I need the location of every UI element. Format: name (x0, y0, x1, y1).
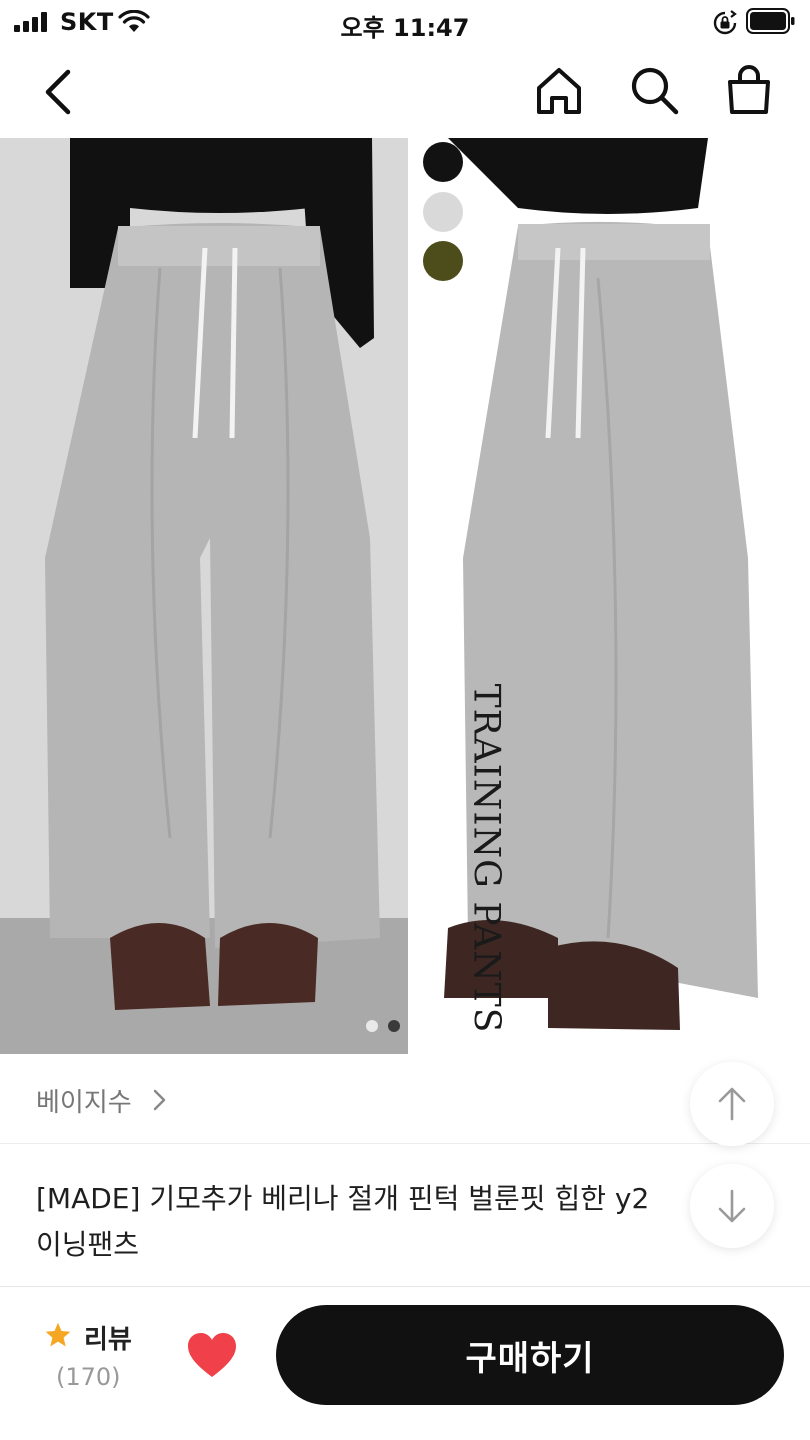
product-image-carousel[interactable]: TRAINING PANTS (0, 138, 810, 1054)
carousel-dot (366, 1020, 378, 1032)
search-icon[interactable] (626, 62, 684, 120)
review-label: 리뷰 (84, 1325, 132, 1355)
carousel-dots (366, 1020, 426, 1034)
battery-icon (746, 8, 795, 34)
star-icon (45, 1322, 71, 1347)
top-nav-bar (0, 44, 810, 138)
status-bar: SKT 오후 11:47 (0, 0, 810, 44)
scroll-to-bottom-button[interactable] (690, 1164, 774, 1248)
color-swatch-black (423, 142, 463, 182)
status-time: 오후 11:47 (340, 14, 470, 42)
brand-name[interactable]: 베이지수 (36, 1082, 132, 1119)
review-button[interactable]: 리뷰 (170) (40, 1317, 150, 1397)
product-title-line-1: [MADE] 기모추가 베리나 절개 핀턱 벌룬핏 힙한 y2 (36, 1182, 650, 1215)
back-icon[interactable] (30, 64, 86, 120)
review-count: (170) (56, 1363, 121, 1391)
color-swatch-olive (423, 241, 463, 281)
product-title: [MADE] 기모추가 베리나 절개 핀턱 벌룬핏 힙한 y2 이닝팬츠 (36, 1176, 696, 1268)
product-photo-front (0, 138, 408, 1054)
color-swatch-gray (423, 192, 463, 232)
bottom-action-bar: 리뷰 (170) 구매하기 (0, 1286, 810, 1440)
brand-row[interactable]: 베이지수 (0, 1054, 810, 1144)
product-title-line-2: 이닝팬츠 (36, 1228, 140, 1261)
carousel-dot-active (388, 1020, 400, 1032)
home-icon[interactable] (530, 62, 588, 120)
arrow-down-icon (718, 1189, 746, 1223)
heart-icon[interactable] (186, 1331, 238, 1379)
training-pants-overlay: TRAINING PANTS (465, 683, 507, 1034)
arrow-up-icon (718, 1087, 746, 1121)
orientation-lock-icon (713, 10, 737, 35)
shopping-bag-icon[interactable] (720, 60, 778, 118)
chevron-right-icon (153, 1089, 166, 1111)
buy-button[interactable]: 구매하기 (276, 1305, 784, 1405)
scroll-to-top-button[interactable] (690, 1062, 774, 1146)
carousel-dot (410, 1020, 422, 1032)
